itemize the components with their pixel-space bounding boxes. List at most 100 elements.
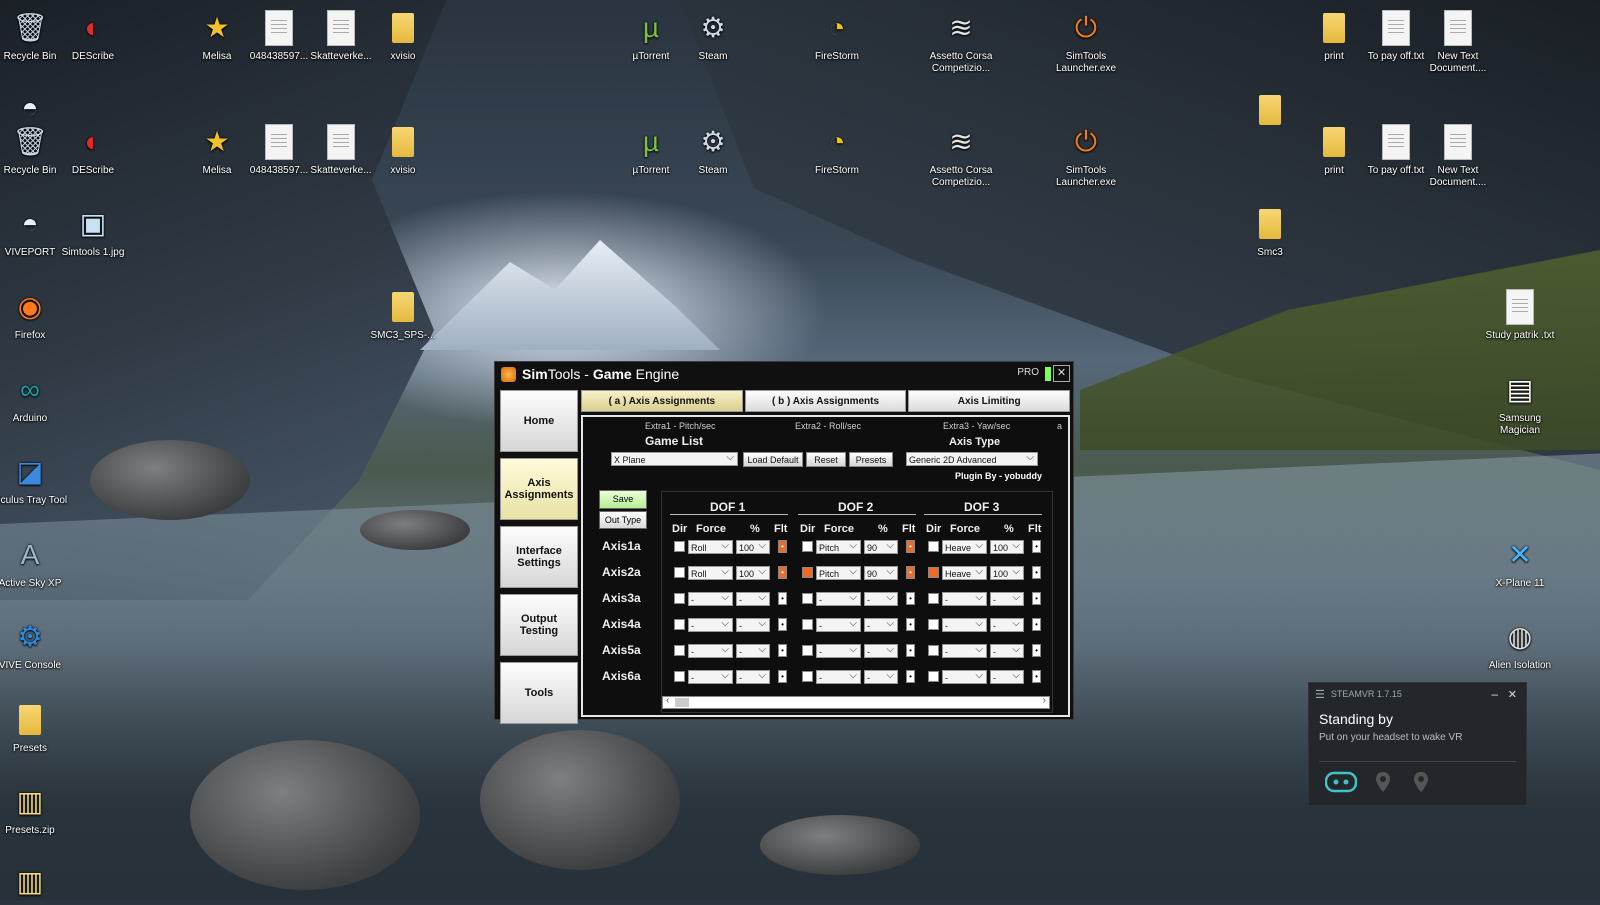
filter-toggle[interactable]: •: [906, 566, 915, 579]
force-select[interactable]: Roll: [688, 539, 733, 554]
desktop-icon[interactable]: New Text Document....: [1420, 122, 1496, 189]
simtools-titlebar[interactable]: SimTools - Game Engine PRO ✕: [495, 362, 1073, 386]
percent-select[interactable]: -: [990, 643, 1024, 658]
sidebar-item-home[interactable]: Home: [500, 390, 578, 452]
out-type-button[interactable]: Out Type: [599, 511, 647, 529]
direction-checkbox[interactable]: [802, 671, 813, 682]
percent-select[interactable]: -: [864, 643, 898, 658]
desktop-icon[interactable]: ◪ Oculus Tray Tool: [0, 452, 68, 507]
scroll-left-icon[interactable]: ‹: [666, 695, 669, 706]
sidebar-item-output-testing[interactable]: Output Testing: [500, 594, 578, 656]
percent-select[interactable]: 90: [864, 565, 898, 580]
filter-toggle[interactable]: •: [778, 670, 787, 683]
direction-checkbox[interactable]: [928, 645, 939, 656]
desktop-icon[interactable]: ⏻ SimTools Launcher.exe: [1048, 122, 1124, 189]
game-list-select[interactable]: X Plane: [611, 451, 738, 466]
percent-select[interactable]: -: [864, 617, 898, 632]
desktop-icon[interactable]: ◐ DEScribe: [55, 8, 131, 63]
direction-checkbox[interactable]: [674, 567, 685, 578]
filter-toggle[interactable]: •: [1032, 540, 1041, 553]
scroll-thumb[interactable]: [675, 698, 689, 707]
desktop-icon[interactable]: ◉ Firefox: [0, 287, 68, 342]
desktop-icon[interactable]: Presets: [0, 700, 68, 755]
filter-toggle[interactable]: •: [906, 618, 915, 631]
steamvr-status-window[interactable]: ☰ STEAMVR 1.7.15 – ✕ Standing by Put on …: [1308, 682, 1527, 806]
direction-checkbox[interactable]: [674, 645, 685, 656]
percent-select[interactable]: -: [864, 591, 898, 606]
force-select[interactable]: -: [816, 617, 861, 632]
desktop-icon[interactable]: ⚙ Steam: [675, 8, 751, 63]
filter-toggle[interactable]: •: [778, 592, 787, 605]
load-default-button[interactable]: Load Default: [743, 452, 803, 467]
desktop-icon[interactable]: ◍ Alien Isolation: [1482, 617, 1558, 672]
percent-select[interactable]: 90: [864, 539, 898, 554]
percent-select[interactable]: -: [736, 669, 770, 684]
desktop-icon[interactable]: ◔ FireStorm: [799, 122, 875, 177]
percent-select[interactable]: -: [990, 617, 1024, 632]
direction-checkbox[interactable]: [802, 541, 813, 552]
force-select[interactable]: -: [816, 643, 861, 658]
force-select[interactable]: -: [942, 617, 987, 632]
filter-toggle[interactable]: •: [1032, 566, 1041, 579]
direction-checkbox[interactable]: [928, 671, 939, 682]
direction-checkbox[interactable]: [674, 593, 685, 604]
filter-toggle[interactable]: •: [906, 644, 915, 657]
desktop-icon[interactable]: ∞ Arduino: [0, 370, 68, 425]
desktop-icon[interactable]: ≋ Assetto Corsa Competizio...: [923, 122, 999, 189]
filter-toggle[interactable]: •: [906, 670, 915, 683]
desktop-icon[interactable]: ⏻ SimTools Launcher.exe: [1048, 8, 1124, 75]
filter-toggle[interactable]: •: [906, 592, 915, 605]
desktop-icon[interactable]: xvisio: [365, 8, 441, 63]
filter-toggle[interactable]: •: [1032, 592, 1041, 605]
force-select[interactable]: Heave: [942, 539, 987, 554]
filter-toggle[interactable]: •: [778, 644, 787, 657]
force-select[interactable]: -: [942, 591, 987, 606]
filter-toggle[interactable]: •: [778, 618, 787, 631]
percent-select[interactable]: -: [736, 643, 770, 658]
direction-checkbox[interactable]: [802, 619, 813, 630]
percent-select[interactable]: -: [736, 591, 770, 606]
direction-checkbox[interactable]: [928, 619, 939, 630]
percent-select[interactable]: -: [864, 669, 898, 684]
filter-toggle[interactable]: •: [1032, 670, 1041, 683]
direction-checkbox[interactable]: [928, 567, 939, 578]
desktop-icon[interactable]: ▥ Presets.zip: [0, 782, 68, 837]
desktop-icon[interactable]: ⚙ VIVE Console: [0, 617, 68, 672]
presets-button[interactable]: Presets: [849, 452, 893, 467]
tab-axis-limiting[interactable]: Axis Limiting: [908, 390, 1071, 412]
percent-select[interactable]: -: [990, 591, 1024, 606]
horizontal-scrollbar[interactable]: ‹ ›: [662, 695, 1050, 709]
force-select[interactable]: -: [688, 591, 733, 606]
force-select[interactable]: -: [688, 669, 733, 684]
menu-icon[interactable]: ☰: [1315, 688, 1325, 701]
desktop-icon[interactable]: ≋ Assetto Corsa Competizio...: [923, 8, 999, 75]
minimize-button[interactable]: –: [1491, 687, 1498, 701]
percent-select[interactable]: 100: [736, 539, 770, 554]
filter-toggle[interactable]: •: [778, 566, 787, 579]
save-button[interactable]: Save: [599, 490, 647, 509]
direction-checkbox[interactable]: [674, 619, 685, 630]
desktop-icon[interactable]: ▣ Simtools 1.jpg: [55, 204, 131, 259]
sidebar-item-axis-assignments[interactable]: Axis Assignments: [500, 458, 578, 520]
force-select[interactable]: -: [688, 617, 733, 632]
desktop-icon[interactable]: New Text Document....: [1420, 8, 1496, 75]
axis-type-select[interactable]: Generic 2D Advanced: [906, 451, 1038, 466]
direction-checkbox[interactable]: [802, 593, 813, 604]
reset-button[interactable]: Reset: [806, 452, 846, 467]
filter-toggle[interactable]: •: [1032, 644, 1041, 657]
force-select[interactable]: Heave: [942, 565, 987, 580]
desktop-icon[interactable]: A Active Sky XP: [0, 535, 68, 590]
force-select[interactable]: Roll: [688, 565, 733, 580]
force-select[interactable]: -: [816, 669, 861, 684]
direction-checkbox[interactable]: [674, 671, 685, 682]
force-select[interactable]: -: [942, 643, 987, 658]
force-select[interactable]: -: [816, 591, 861, 606]
direction-checkbox[interactable]: [802, 645, 813, 656]
tab-axis-assignments-a[interactable]: ( a ) Axis Assignments: [581, 390, 743, 412]
desktop-icon[interactable]: ✕ X-Plane 11: [1482, 535, 1558, 590]
desktop-icon[interactable]: ⚙ Steam: [675, 122, 751, 177]
desktop-icon[interactable]: SMC3_SPS-...: [365, 287, 441, 342]
tab-axis-assignments-b[interactable]: ( b ) Axis Assignments: [744, 390, 907, 412]
filter-toggle[interactable]: •: [1032, 618, 1041, 631]
desktop-icon[interactable]: ◐ DEScribe: [55, 122, 131, 177]
